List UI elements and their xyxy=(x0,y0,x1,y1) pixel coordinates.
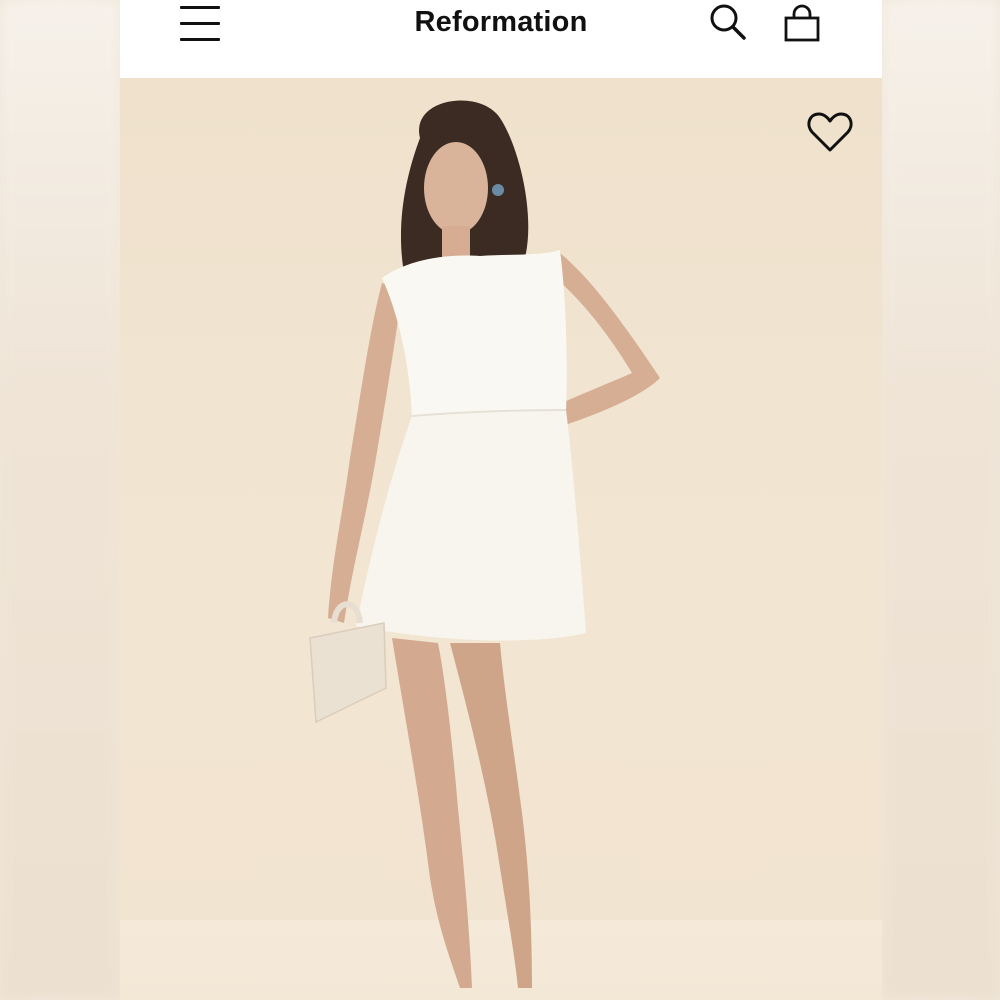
model-in-white-dress xyxy=(309,100,660,988)
left-blurred-background xyxy=(0,0,120,1000)
site-header: Reformation xyxy=(120,0,882,78)
mobile-screen: Reformation xyxy=(120,0,882,1000)
search-icon[interactable] xyxy=(708,2,748,42)
brand-logo[interactable]: Reformation xyxy=(120,6,882,39)
shopping-bag-icon[interactable] xyxy=(782,4,822,44)
right-blurred-background xyxy=(882,0,1000,1000)
product-image[interactable] xyxy=(120,78,882,1000)
heart-icon[interactable] xyxy=(806,110,854,154)
